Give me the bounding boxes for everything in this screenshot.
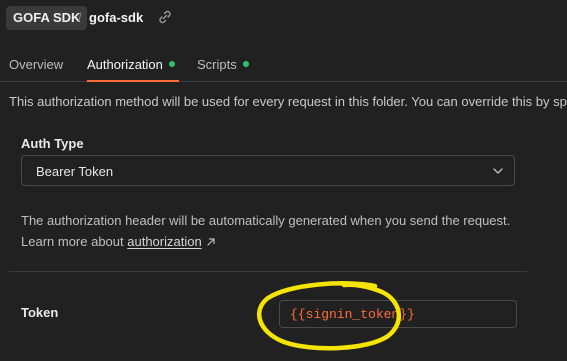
breadcrumb-separator: /	[78, 10, 82, 25]
link-icon[interactable]	[157, 9, 173, 25]
learn-more-text: Learn more about authorization	[21, 234, 216, 249]
auth-type-value: Bearer Token	[36, 164, 114, 179]
auth-description: This authorization method will be used f…	[9, 94, 567, 109]
auth-type-label: Auth Type	[21, 136, 84, 151]
tab-authorization[interactable]: Authorization	[87, 57, 175, 72]
status-dot	[242, 61, 249, 67]
collection-breadcrumb[interactable]: GOFA SDK	[6, 6, 88, 30]
external-link-arrow-icon	[207, 238, 215, 246]
tab-scripts[interactable]: Scripts	[197, 57, 249, 72]
tab-overview[interactable]: Overview	[9, 57, 63, 72]
folder-name[interactable]: gofa-sdk	[89, 10, 143, 25]
learn-more-prefix: Learn more about	[21, 234, 124, 249]
chevron-down-icon	[493, 168, 503, 174]
auth-help-text: The authorization header will be automat…	[21, 213, 511, 228]
authorization-docs-link[interactable]: authorization	[127, 234, 201, 249]
section-divider	[9, 271, 527, 272]
status-dot	[168, 61, 175, 67]
active-tab-indicator	[87, 80, 179, 82]
token-label: Token	[21, 305, 59, 320]
token-input[interactable]: {{signin_token}}	[279, 300, 517, 328]
tab-scripts-label: Scripts	[197, 57, 237, 72]
token-variable: {{signin_token}}	[290, 307, 415, 322]
auth-type-select[interactable]: Bearer Token	[21, 155, 515, 186]
tab-overview-label: Overview	[9, 57, 64, 72]
tabs-divider	[0, 81, 567, 82]
tab-authorization-label: Authorization	[87, 57, 163, 72]
